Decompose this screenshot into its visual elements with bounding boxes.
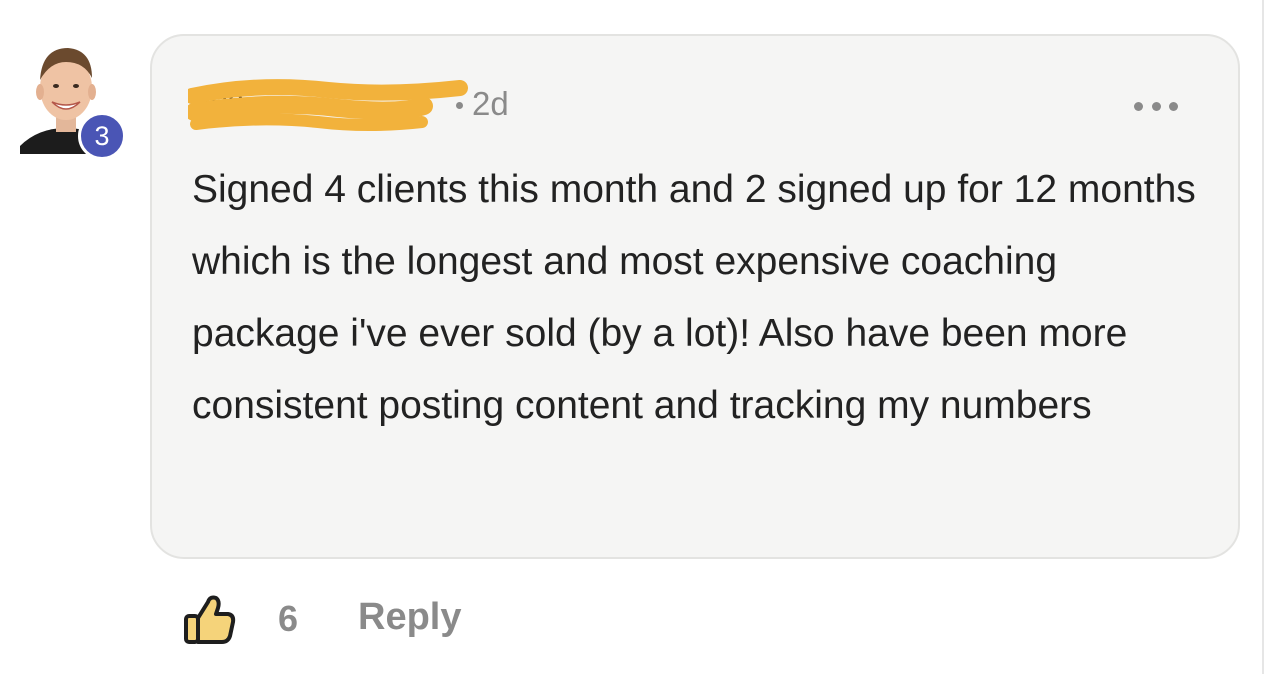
comment-actions: 6 Reply	[182, 592, 582, 652]
redaction-scribble	[188, 79, 468, 131]
more-dot	[1169, 101, 1178, 111]
like-count: 6	[278, 598, 299, 639]
comment-page: 3 Joe 2d Signed 4 clients this month and…	[0, 0, 1268, 674]
timestamp: 2d	[472, 85, 509, 122]
level-badge: 3	[78, 112, 126, 160]
more-dot	[1134, 101, 1143, 111]
comment-bubble: Joe 2d Signed 4 clients this month and 2…	[150, 34, 1240, 559]
more-dot	[1151, 101, 1161, 111]
thumbs-up-icon[interactable]	[182, 592, 238, 648]
reply-button[interactable]: Reply	[358, 596, 461, 639]
author-avatar-container[interactable]: 3	[18, 42, 130, 160]
comment-header: Joe 2d	[188, 78, 588, 131]
comment-text: Signed 4 clients this month and 2 signed…	[192, 168, 1196, 427]
separator-dot	[456, 102, 463, 109]
more-options-icon[interactable]	[1134, 94, 1178, 118]
scroll-edge	[1262, 0, 1264, 674]
